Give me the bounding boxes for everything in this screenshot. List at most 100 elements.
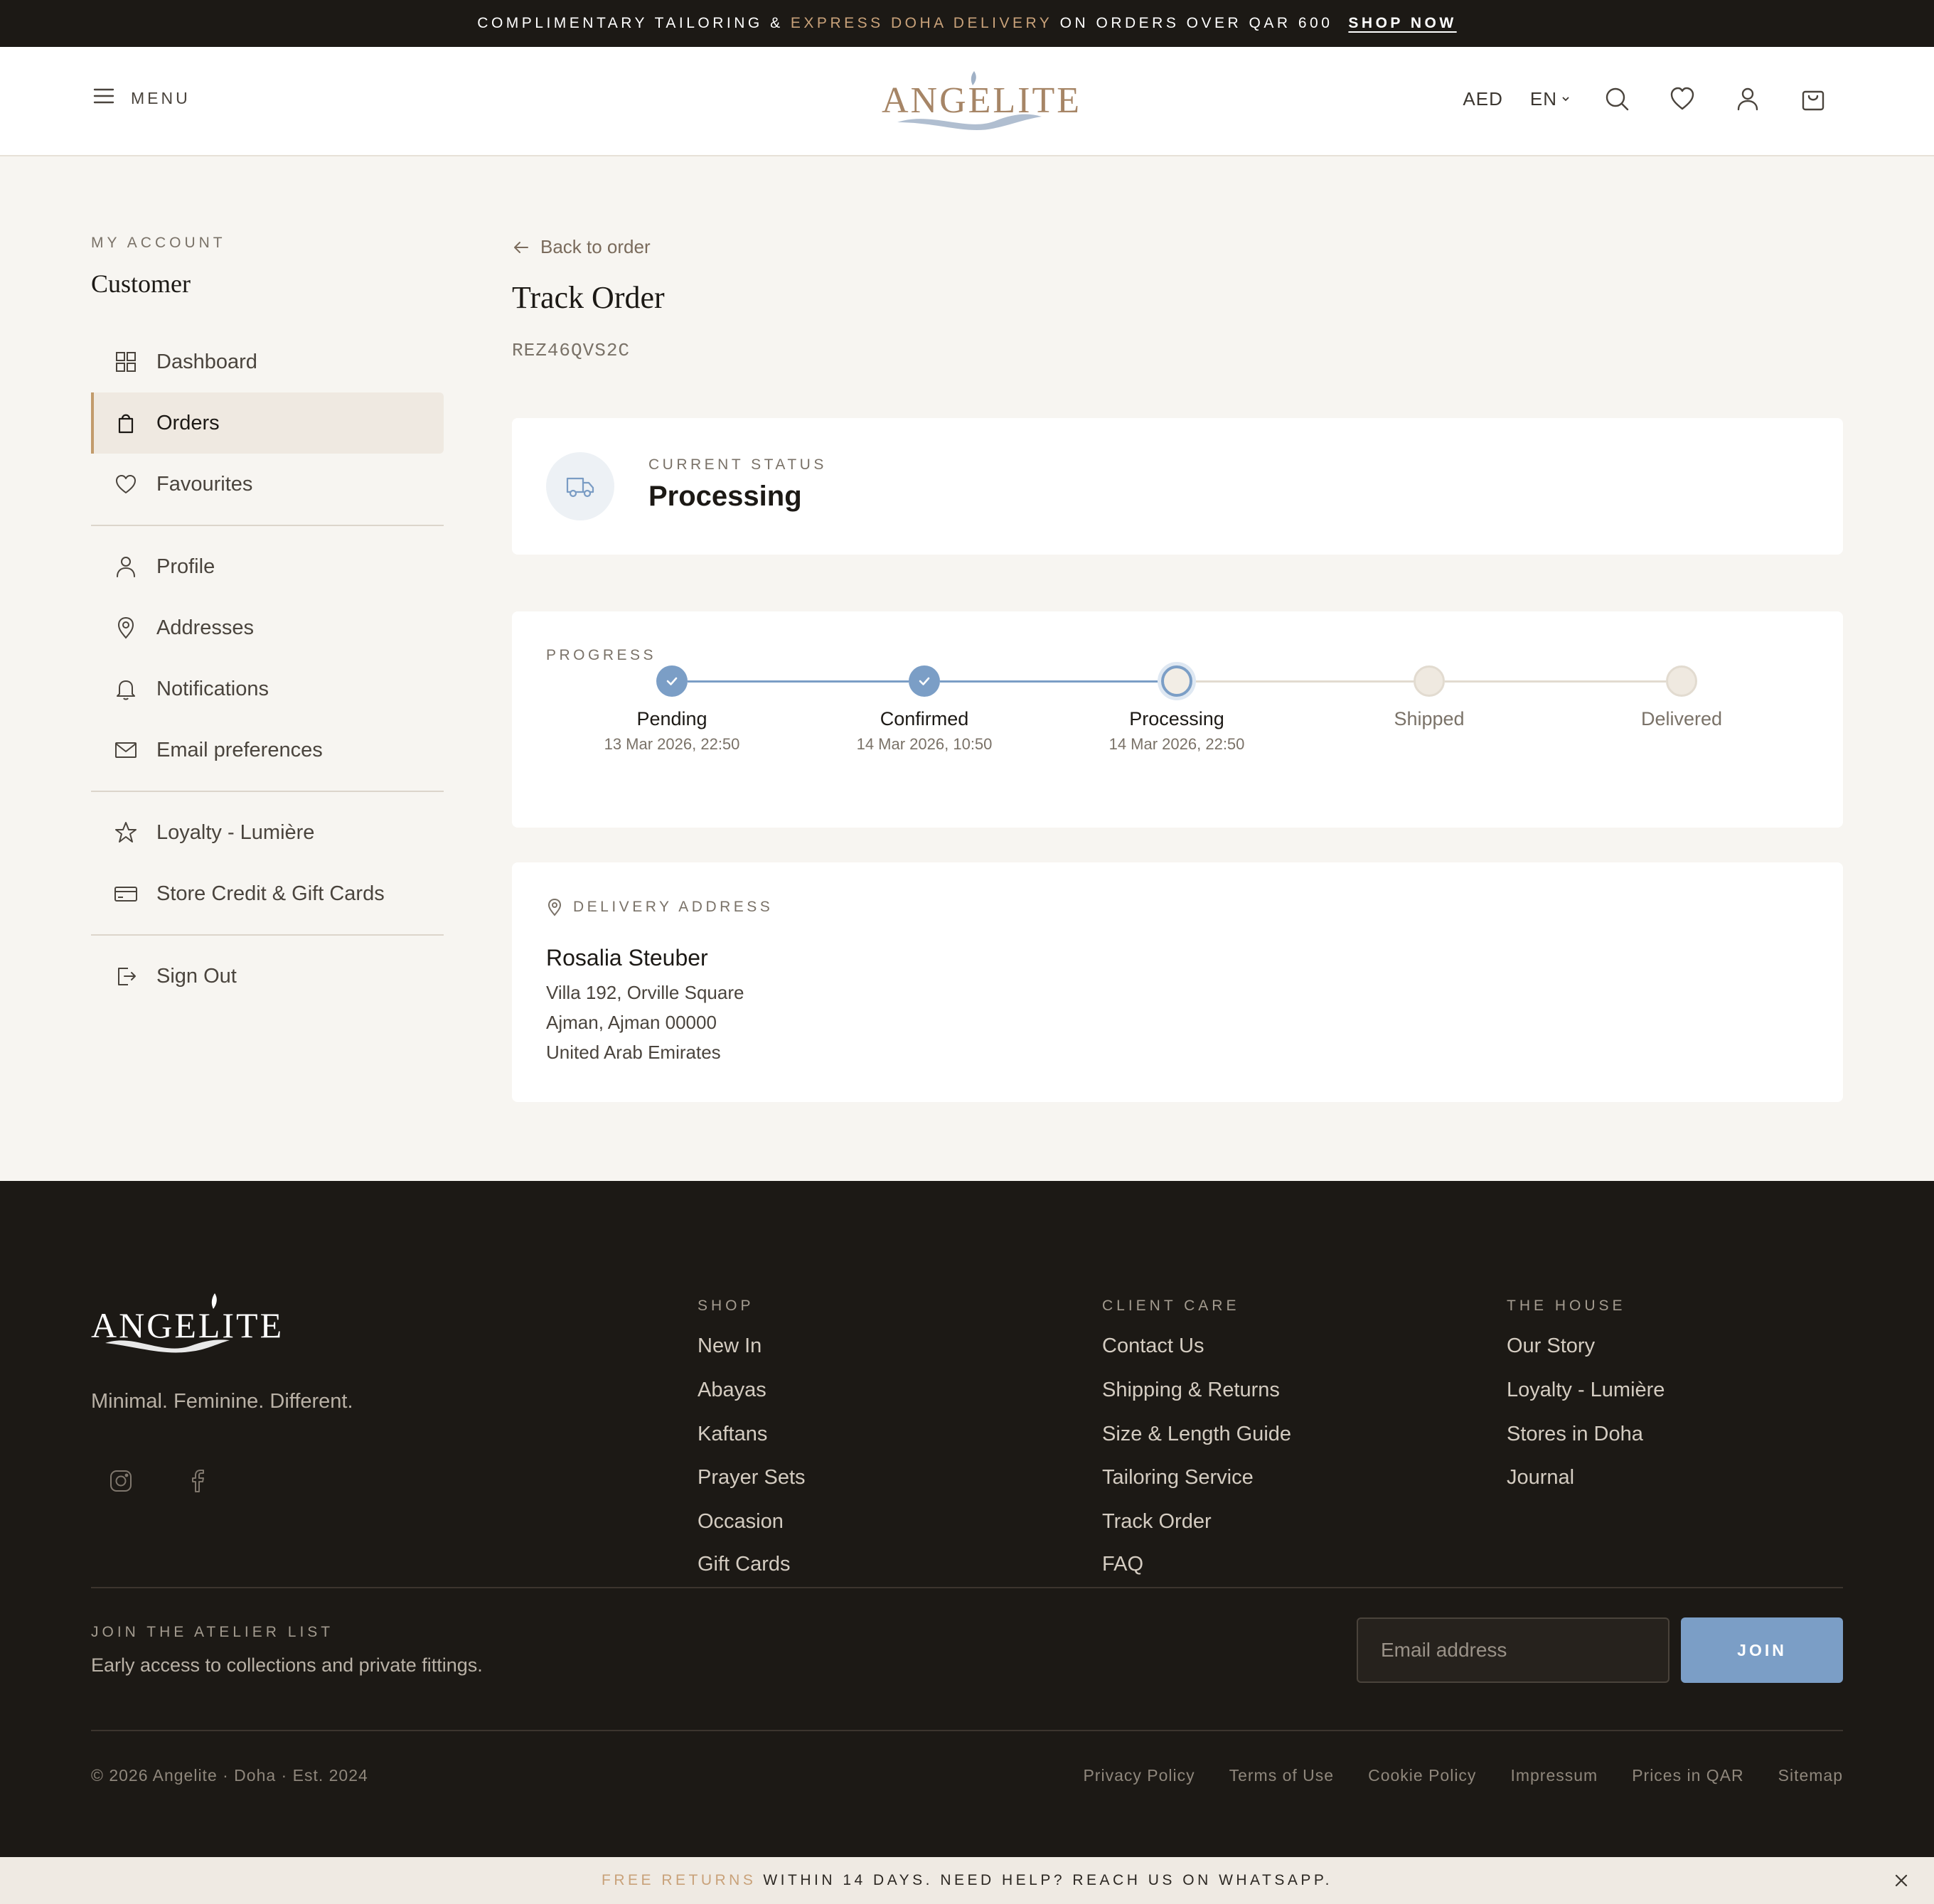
sidebar-item-label: Sign Out — [156, 964, 237, 988]
footer-column-heading: SHOP — [698, 1298, 754, 1314]
legal-link-cookies[interactable]: Cookie Policy — [1368, 1766, 1476, 1785]
truck-icon — [546, 452, 614, 520]
sidebar-item-sign-out[interactable]: Sign Out — [91, 946, 444, 1007]
progress-step-name: Delivered — [1640, 708, 1723, 729]
announcement-bar: COMPLIMENTARY TAILORING & EXPRESS DOHA D… — [0, 0, 1934, 47]
footer-link[interactable]: Abayas — [698, 1379, 766, 1402]
progress-step-name: Pending — [636, 708, 707, 729]
user-icon[interactable] — [1733, 85, 1762, 113]
sidebar-item-addresses[interactable]: Addresses — [91, 597, 444, 658]
menu-label: MENU — [131, 88, 191, 107]
footer-link[interactable]: Contact Us — [1102, 1335, 1204, 1358]
sidebar-item-loyalty[interactable]: Loyalty - Lumière — [91, 802, 444, 863]
sidebar-item-store-credit[interactable]: Store Credit & Gift Cards — [91, 863, 444, 924]
legal-link-terms[interactable]: Terms of Use — [1229, 1766, 1334, 1785]
footer-link[interactable]: Kaftans — [698, 1423, 767, 1446]
site-header: MENU ANGELITE AED EN — [0, 47, 1934, 156]
track-order-main: Back to order Track Order REZ46QVS2C CUR… — [512, 235, 1843, 1102]
progress-connector — [1192, 680, 1414, 683]
heart-icon[interactable] — [1668, 85, 1697, 113]
delivery-address-label: DELIVERY ADDRESS — [573, 899, 774, 915]
shop-now-link[interactable]: SHOP NOW — [1348, 15, 1456, 32]
sidebar-item-dashboard[interactable]: Dashboard — [91, 331, 444, 392]
delivery-address-card: DELIVERY ADDRESS Rosalia Steuber Villa 1… — [512, 862, 1843, 1102]
legal-link-impressum[interactable]: Impressum — [1510, 1766, 1598, 1785]
site-footer: ANGELITE Minimal. Feminine. Different. S… — [0, 1181, 1934, 1857]
footer-link[interactable]: Gift Cards — [698, 1553, 791, 1576]
progress-dot — [1161, 665, 1192, 697]
close-icon[interactable] — [1890, 1869, 1913, 1892]
sidebar-item-notifications[interactable]: Notifications — [91, 658, 444, 720]
sidebar-item-favourites[interactable]: Favourites — [91, 454, 444, 515]
footer-column-heading: CLIENT CARE — [1102, 1298, 1240, 1314]
footer-link[interactable]: New In — [698, 1335, 762, 1358]
sidebar-item-label: Email preferences — [156, 738, 323, 761]
language-selector[interactable]: EN — [1530, 88, 1570, 110]
progress-step-name: Confirmed — [880, 708, 969, 729]
sidebar-item-label: Favourites — [156, 472, 253, 496]
back-to-order-link[interactable]: Back to order — [512, 236, 668, 258]
footer-column-shop: SHOP New In Abayas Kaftans Prayer Sets O… — [698, 1298, 806, 1576]
grid-icon — [116, 352, 136, 372]
sidebar-item-profile[interactable]: Profile — [91, 536, 444, 597]
progress-step-date: 14 Mar 2026, 10:50 — [856, 735, 993, 753]
progress-connector — [688, 680, 909, 683]
footer-link[interactable]: Our Story — [1507, 1335, 1595, 1358]
newsletter-subtitle: Early access to collections and private … — [91, 1654, 483, 1676]
footer-link[interactable]: Track Order — [1102, 1510, 1212, 1534]
status-label: CURRENT STATUS — [648, 456, 827, 473]
user-icon — [117, 557, 135, 577]
footer-link[interactable]: Prayer Sets — [698, 1466, 806, 1489]
brand-logo[interactable]: ANGELITE — [882, 70, 1079, 134]
newsletter-email-input[interactable] — [1357, 1617, 1669, 1683]
footer-link[interactable]: Stores in Doha — [1507, 1423, 1643, 1446]
footer-divider — [91, 1587, 1843, 1588]
announcement-prefix: COMPLIMENTARY TAILORING & — [477, 15, 791, 31]
address-line: United Arab Emirates — [546, 1042, 721, 1063]
progress-connector — [1445, 680, 1666, 683]
sidebar-item-label: Addresses — [156, 616, 255, 639]
footer-link[interactable]: FAQ — [1102, 1553, 1143, 1576]
nav-divider — [91, 934, 444, 936]
delivery-address-heading: DELIVERY ADDRESS — [546, 898, 773, 916]
progress-tracker: Pending 13 Mar 2026, 22:50 Confirmed 14 Mar… — [512, 611, 1843, 828]
menu-button[interactable]: MENU — [92, 85, 191, 111]
instagram-icon[interactable] — [108, 1468, 139, 1499]
join-button[interactable]: JOIN — [1681, 1617, 1843, 1683]
star-icon — [115, 822, 137, 843]
footer-link[interactable]: Shipping & Returns — [1102, 1379, 1280, 1402]
footer-link[interactable]: Journal — [1507, 1466, 1574, 1489]
footer-logo[interactable]: ANGELITE — [91, 1289, 282, 1353]
footer-logo-text: ANGELITE — [91, 1305, 284, 1345]
progress-dot — [1666, 665, 1697, 697]
card-icon — [114, 887, 137, 902]
progress-step-date: 13 Mar 2026, 22:50 — [604, 735, 740, 753]
search-icon[interactable] — [1603, 85, 1631, 113]
sign-out-icon — [118, 968, 136, 985]
legal-link-prices[interactable]: Prices in QAR — [1632, 1766, 1743, 1785]
bag-icon[interactable] — [1799, 85, 1827, 113]
footer-column-heading: THE HOUSE — [1507, 1298, 1626, 1314]
hamburger-icon — [92, 85, 115, 111]
nav-divider — [91, 525, 444, 526]
footer-link[interactable]: Occasion — [698, 1510, 784, 1534]
currency-selector[interactable]: AED — [1463, 88, 1502, 110]
current-status-card: CURRENT STATUS Processing — [512, 418, 1843, 555]
copyright: © 2026 Angelite · Doha · Est. 2024 — [91, 1766, 368, 1785]
facebook-icon[interactable] — [185, 1468, 216, 1499]
sidebar-item-orders[interactable]: Orders — [91, 392, 444, 454]
check-icon — [919, 677, 930, 685]
progress-dot — [656, 665, 688, 697]
footer-column-client-care: CLIENT CARE Contact Us Shipping & Return… — [1102, 1298, 1291, 1576]
footer-link[interactable]: Size & Length Guide — [1102, 1423, 1291, 1446]
legal-link-sitemap[interactable]: Sitemap — [1778, 1766, 1843, 1785]
legal-link-privacy[interactable]: Privacy Policy — [1083, 1766, 1195, 1785]
bottom-bar-highlight: FREE RETURNS — [602, 1872, 757, 1888]
sidebar-item-label: Profile — [156, 555, 215, 578]
announcement-highlight: EXPRESS DOHA DELIVERY — [790, 15, 1053, 31]
sidebar-item-email-preferences[interactable]: Email preferences — [91, 720, 444, 781]
footer-link[interactable]: Loyalty - Lumière — [1507, 1379, 1665, 1402]
footer-link[interactable]: Tailoring Service — [1102, 1466, 1254, 1489]
customer-name: Customer — [91, 269, 191, 298]
check-icon — [666, 677, 678, 685]
